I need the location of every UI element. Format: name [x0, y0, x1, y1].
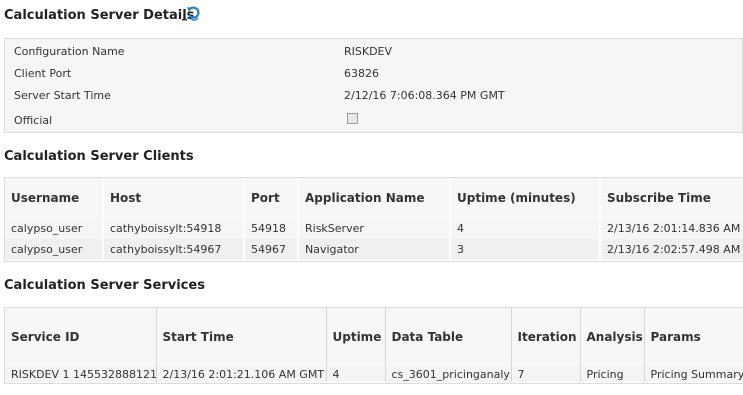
column-header-iteration[interactable]: Iteration — [511, 308, 581, 366]
cell-analysis: Pricing — [580, 366, 645, 382]
column-header-uptime-minutes[interactable]: Uptime (minutes) — [450, 178, 601, 218]
table-row[interactable]: calypso_user cathyboissylt:54967 54967 N… — [5, 239, 743, 260]
column-header-host[interactable]: Host — [103, 178, 245, 218]
cell-iteration: 7 — [511, 366, 581, 382]
details-panel: Configuration Name RISKDEV Client Port 6… — [4, 38, 743, 133]
cell-uptime: 4 — [326, 366, 386, 382]
official-checkbox[interactable] — [347, 113, 358, 124]
cell-uptime: 4 — [450, 218, 601, 239]
clients-header-row: Username Host Port Application Name Upti… — [5, 178, 743, 218]
cell-subscribe-time: 2/13/16 2:01:14.836 AM — [600, 218, 743, 239]
column-header-subscribe-time[interactable]: Subscribe Time — [600, 178, 743, 218]
cell-application-name: Navigator — [298, 239, 451, 260]
column-header-uptime[interactable]: Uptime — [326, 308, 386, 366]
cell-port: 54967 — [244, 239, 299, 260]
official-label: Official — [14, 114, 53, 127]
client-port-label: Client Port — [14, 67, 72, 80]
column-header-application-name[interactable]: Application Name — [298, 178, 451, 218]
column-header-analysis[interactable]: Analysis — [580, 308, 645, 366]
services-header-row: Service ID Start Time Uptime Data Table … — [5, 308, 743, 366]
clients-title: Calculation Server Clients — [4, 149, 194, 164]
cell-port: 54918 — [244, 218, 299, 239]
column-header-username[interactable]: Username — [5, 178, 104, 218]
cell-uptime: 3 — [450, 239, 601, 260]
cell-application-name: RiskServer — [298, 218, 451, 239]
cell-subscribe-time: 2/13/16 2:02:57.498 AM — [600, 239, 743, 260]
cell-data-table: cs_3601_pricinganaly — [385, 366, 512, 382]
config-name-label: Configuration Name — [14, 45, 125, 58]
cell-service-id: RISKDEV 1 1455328881215 — [5, 366, 157, 382]
server-start-time-label: Server Start Time — [14, 89, 111, 102]
client-port-value: 63826 — [344, 67, 379, 80]
cell-username: calypso_user — [5, 239, 104, 260]
column-header-service-id[interactable]: Service ID — [5, 308, 157, 366]
config-name-value: RISKDEV — [344, 45, 393, 58]
column-header-data-table[interactable]: Data Table — [385, 308, 512, 366]
services-table: Service ID Start Time Uptime Data Table … — [4, 307, 743, 384]
table-row[interactable]: RISKDEV 1 1455328881215 2/13/16 2:01:21.… — [5, 366, 743, 382]
cell-host: cathyboissylt:54918 — [103, 218, 245, 239]
cell-username: calypso_user — [5, 218, 104, 239]
cell-host: cathyboissylt:54967 — [103, 239, 245, 260]
column-header-port[interactable]: Port — [244, 178, 299, 218]
cell-params: Pricing Summary — [644, 366, 743, 382]
table-row[interactable]: calypso_user cathyboissylt:54918 54918 R… — [5, 218, 743, 239]
clients-table: Username Host Port Application Name Upti… — [4, 177, 743, 262]
refresh-icon[interactable] — [181, 5, 203, 23]
services-title: Calculation Server Services — [4, 278, 205, 293]
column-header-params[interactable]: Params — [644, 308, 743, 366]
cell-start-time: 2/13/16 2:01:21.106 AM GMT — [156, 366, 327, 382]
server-start-time-value: 2/12/16 7:06:08.364 PM GMT — [344, 89, 505, 102]
column-header-start-time[interactable]: Start Time — [156, 308, 327, 366]
details-title: Calculation Server Details — [4, 8, 195, 23]
